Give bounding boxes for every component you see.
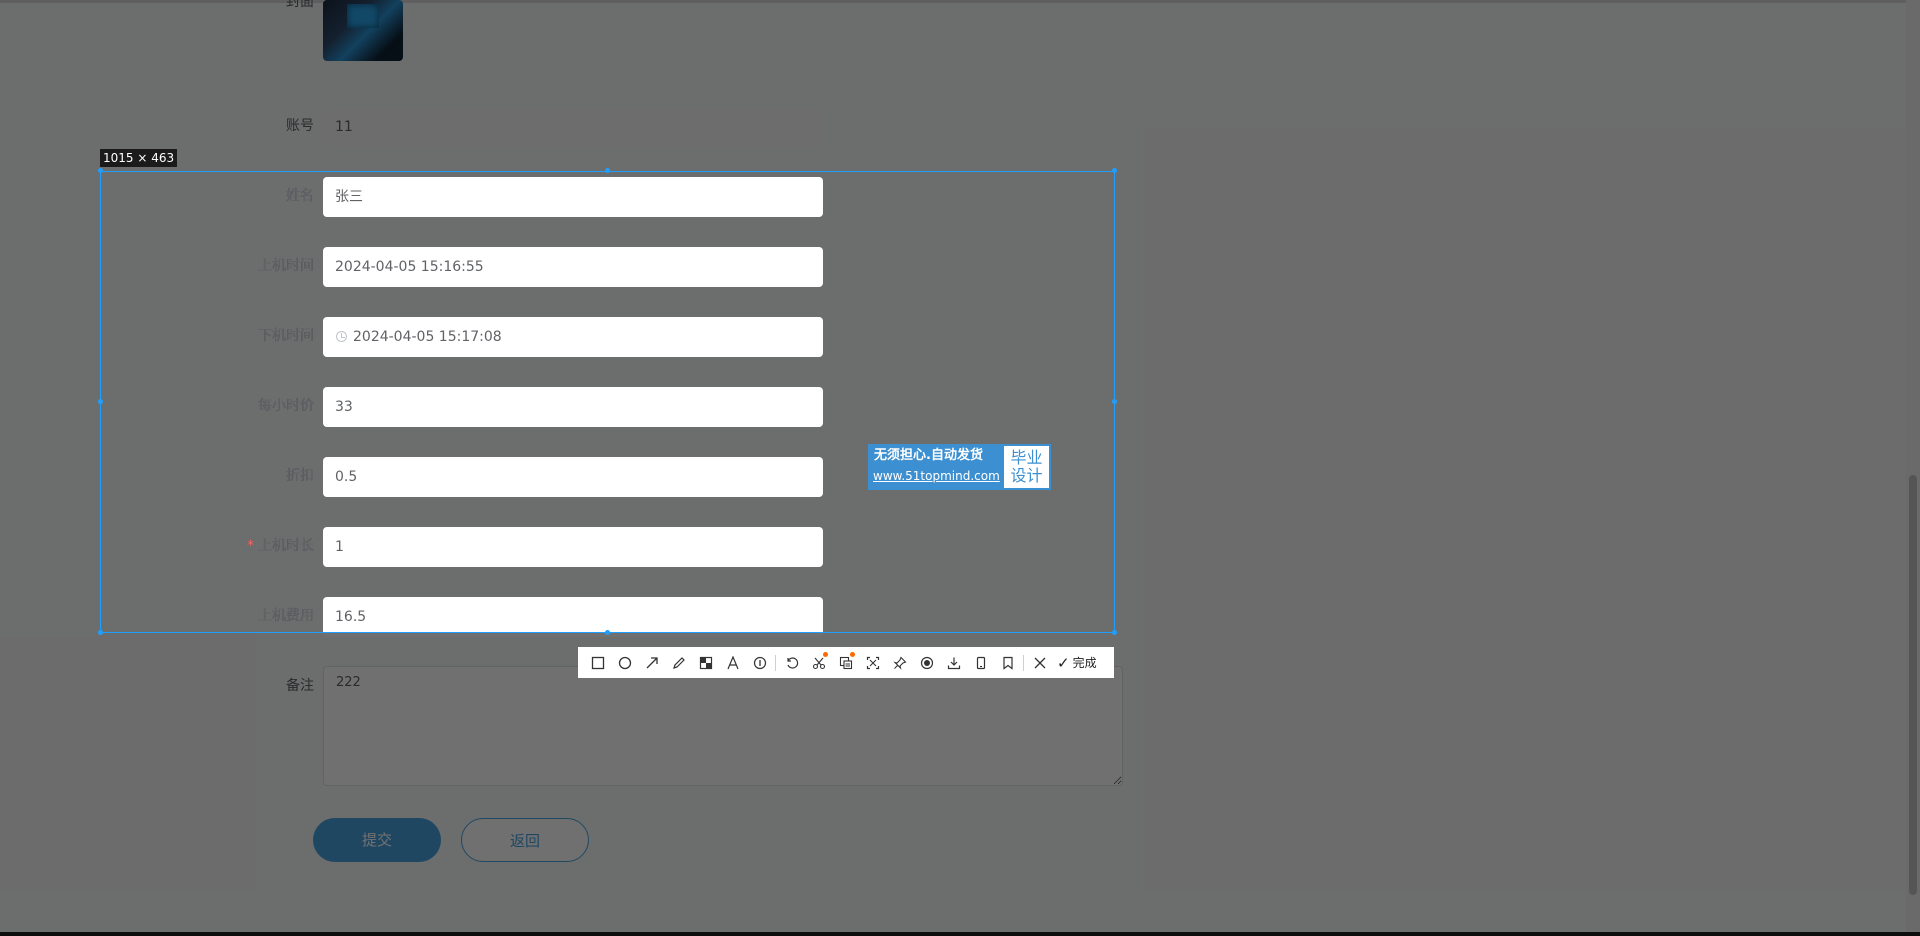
resize-handle-l[interactable] <box>98 399 103 404</box>
cutout-icon[interactable] <box>805 649 832 676</box>
capture-selection[interactable]: 姓名 张三 上机时间 2024-04-05 15:16:55 下机时间 2024… <box>100 171 1115 633</box>
discount-label: 折扣 <box>286 468 314 484</box>
pen-icon[interactable] <box>665 649 692 676</box>
bookmark-icon[interactable] <box>994 649 1021 676</box>
end-time-picker[interactable]: 2024-04-05 15:17:08 <box>323 317 823 357</box>
rectangle-icon[interactable] <box>584 649 611 676</box>
hourly-price-label: 每小时价 <box>258 398 314 414</box>
ellipse-icon[interactable] <box>611 649 638 676</box>
watermark-side1: 毕业 <box>1010 448 1043 467</box>
capture-toolbar: ✓ 完成 <box>578 647 1114 678</box>
duration-label-text: 上机时长 <box>258 538 314 554</box>
undo-icon[interactable] <box>778 649 805 676</box>
watermark-line1: 无须担心.自动发货 <box>874 448 983 463</box>
close-icon[interactable] <box>1026 649 1053 676</box>
name-input[interactable]: 张三 <box>323 177 823 217</box>
arrow-icon[interactable] <box>638 649 665 676</box>
mosaic-icon[interactable] <box>692 649 719 676</box>
end-time-label: 下机时间 <box>258 328 314 344</box>
watermark-side2: 设计 <box>1010 466 1043 485</box>
resize-handle-tl[interactable] <box>98 168 103 173</box>
fee-label: 上机费用 <box>258 608 314 624</box>
fee-input[interactable]: 16.5 <box>323 597 823 632</box>
duration-input[interactable]: 1 <box>323 527 823 567</box>
resize-handle-t[interactable] <box>605 168 610 173</box>
clock-icon <box>336 331 347 342</box>
resize-handle-tr[interactable] <box>1112 168 1117 173</box>
resize-handle-bl[interactable] <box>98 630 103 635</box>
start-time-label: 上机时间 <box>258 258 314 274</box>
selection-contents: 姓名 张三 上机时间 2024-04-05 15:16:55 下机时间 2024… <box>101 172 1114 632</box>
pin-icon[interactable] <box>886 649 913 676</box>
discount-input[interactable]: 0.5 <box>323 457 823 497</box>
text-icon[interactable] <box>719 649 746 676</box>
resize-handle-r[interactable] <box>1112 399 1117 404</box>
resize-handle-b[interactable] <box>605 630 610 635</box>
scroll-capture-icon[interactable] <box>859 649 886 676</box>
phone-icon[interactable] <box>967 649 994 676</box>
done-button[interactable]: ✓ 完成 <box>1057 654 1097 672</box>
check-icon: ✓ <box>1057 653 1070 672</box>
capture-size-badge: 1015 × 463 <box>100 149 178 167</box>
watermark-banner: 无须担心.自动发货 www.51topmind.com 毕业 设计 <box>868 444 1051 490</box>
start-time-input[interactable]: 2024-04-05 15:16:55 <box>323 247 823 287</box>
resize-handle-br[interactable] <box>1112 630 1117 635</box>
duration-label: *上机时长 <box>154 536 314 556</box>
number-icon[interactable] <box>746 649 773 676</box>
download-icon[interactable] <box>940 649 967 676</box>
record-icon[interactable] <box>913 649 940 676</box>
watermark-text: 无须担心.自动发货 www.51topmind.com <box>870 446 1004 488</box>
required-mark: * <box>247 538 254 554</box>
end-time-value: 2024-04-05 15:17:08 <box>353 329 502 345</box>
name-label: 姓名 <box>286 188 314 204</box>
toolbar-separator <box>775 654 776 671</box>
watermark-url: www.51topmind.com <box>873 469 1000 483</box>
toolbar-separator <box>1023 654 1024 671</box>
done-label: 完成 <box>1072 656 1097 670</box>
ocr-icon[interactable] <box>832 649 859 676</box>
hourly-price-input[interactable]: 33 <box>323 387 823 427</box>
watermark-side: 毕业 设计 <box>1004 446 1049 488</box>
